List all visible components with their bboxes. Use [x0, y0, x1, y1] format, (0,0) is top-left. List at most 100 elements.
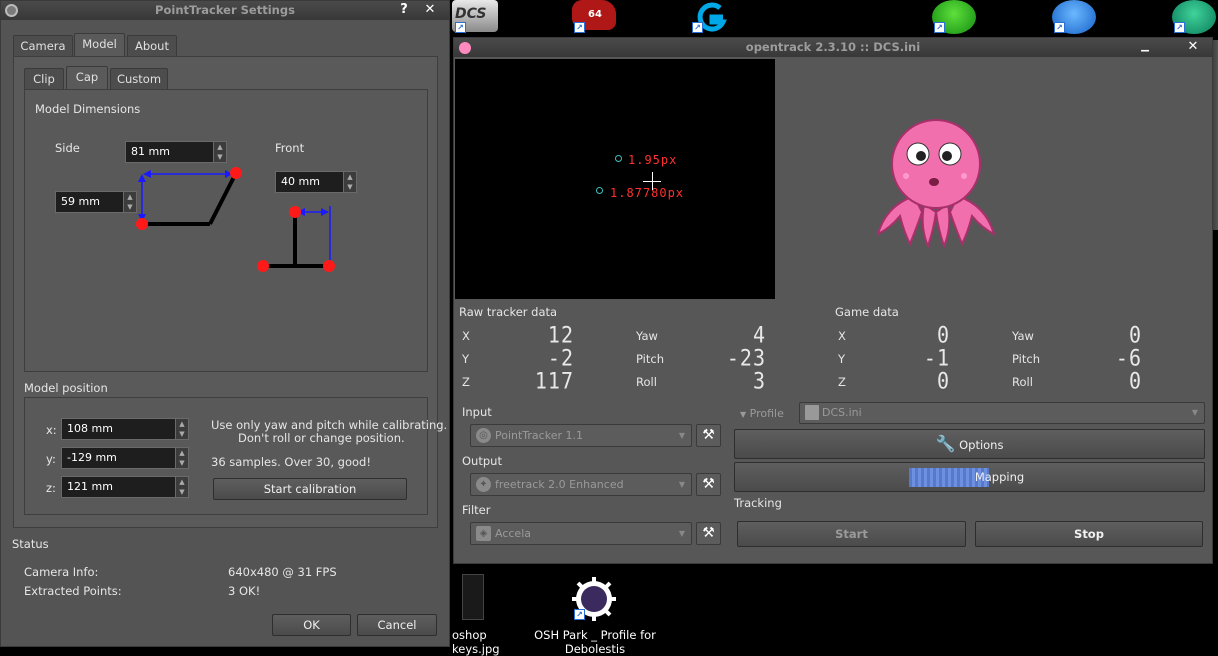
profile-label: Profile: [749, 407, 784, 420]
game-roll-value: 0: [1128, 367, 1142, 395]
tab-camera[interactable]: Camera: [13, 35, 73, 57]
output-value: freetrack 2.0 Enhanced: [495, 478, 624, 491]
y-label: y:: [46, 452, 56, 466]
front-label: Front: [275, 141, 305, 155]
game-z-label: Z: [838, 375, 846, 389]
status-label: Status: [12, 537, 49, 551]
point-size-text: 1.87780px: [610, 186, 685, 200]
x-label: x:: [46, 423, 57, 437]
profile-combo[interactable]: DCS.ini ▼: [799, 402, 1205, 424]
start-calibration-button[interactable]: Start calibration: [213, 478, 407, 500]
tab-model[interactable]: Model: [74, 33, 125, 57]
file-icon: [805, 405, 819, 420]
model-position-label: Model position: [24, 381, 108, 395]
shortcut-arrow-icon: ↗: [1174, 22, 1185, 33]
input-combo[interactable]: ◎ PointTracker 1.1 ▼: [470, 424, 692, 447]
64-badge: 64: [588, 9, 602, 20]
extracted-points-label: Extracted Points:: [24, 584, 122, 598]
output-settings-button[interactable]: ⚒: [696, 473, 721, 496]
file-thumbnail-icon[interactable]: [462, 574, 484, 620]
close-button[interactable]: ✕: [1178, 38, 1208, 57]
mapping-button[interactable]: Mapping: [734, 462, 1205, 492]
chevron-down-icon: ▼: [678, 431, 685, 440]
pointtracker-settings-window: PointTracker Settings ? ✕ Camera Model A…: [0, 0, 450, 647]
input-settings-button[interactable]: ⚒: [696, 424, 721, 447]
samples-text: 36 samples. Over 30, good!: [211, 455, 371, 469]
camera-info-label: Camera Info:: [24, 565, 99, 579]
ok-button[interactable]: OK: [272, 614, 351, 636]
spin-arrows-icon[interactable]: ▲ ▼: [175, 419, 188, 439]
window-title: PointTracker Settings: [155, 3, 295, 17]
desktop-item-label[interactable]: oshop keys.jpg: [452, 628, 532, 656]
calibration-note-2: Don't roll or change position.: [238, 431, 405, 445]
filter-combo[interactable]: ◈ Accela ▼: [470, 522, 692, 545]
game-x-label: X: [838, 329, 846, 343]
shortcut-arrow-icon: ↗: [692, 22, 703, 33]
freetrack-icon: ✦: [476, 477, 491, 492]
x-position-spinbox[interactable]: 108 mm ▲ ▼: [61, 418, 189, 440]
octopus-mascot-icon: [876, 119, 996, 249]
shortcut-arrow-icon: ↗: [574, 22, 585, 33]
chevron-down-icon: ▼: [678, 529, 685, 538]
model-tab-panel: Clip Cap Custom Model Dimensions Side Fr…: [13, 56, 447, 528]
spin-arrows-icon[interactable]: ▲ ▼: [213, 142, 226, 162]
dcs-label: DCS: [455, 6, 487, 22]
camera-info-value: 640x480 @ 31 FPS: [228, 565, 337, 579]
title-bar[interactable]: opentrack 2.3.10 :: DCS.ini: [454, 38, 1212, 57]
filter-settings-button[interactable]: ⚒: [696, 522, 721, 545]
y-position-spinbox[interactable]: -129 mm ▲ ▼: [61, 447, 189, 469]
start-button[interactable]: Start: [737, 521, 966, 547]
stop-button[interactable]: Stop: [975, 521, 1203, 547]
shortcut-arrow-icon: ↗: [934, 22, 945, 33]
game-y-label: Y: [838, 352, 846, 366]
z-position-spinbox[interactable]: 121 mm ▲ ▼: [61, 476, 189, 498]
raw-pitch-label: Pitch: [636, 352, 664, 366]
hammer-icon: ⚒: [702, 525, 715, 541]
profile-value: DCS.ini: [822, 406, 862, 419]
cancel-button[interactable]: Cancel: [357, 614, 437, 636]
tools-icon: 🔧: [935, 434, 956, 453]
options-button[interactable]: 🔧 Options: [734, 429, 1205, 459]
tab-cap[interactable]: Cap: [66, 66, 108, 90]
tracked-point-marker: [615, 155, 622, 162]
tracked-point-marker: [596, 187, 603, 194]
side-model-diagram: [136, 167, 242, 230]
title-bar[interactable]: PointTracker Settings: [1, 1, 449, 20]
front-spinbox[interactable]: 40 mm ▲ ▼: [275, 171, 357, 193]
side-top-value: 81 mm: [131, 145, 170, 158]
raw-z-label: Z: [462, 375, 470, 389]
desktop-item-label[interactable]: OSH Park _ Profile for Debolestis: [534, 628, 656, 656]
output-combo[interactable]: ✦ freetrack 2.0 Enhanced ▼: [470, 473, 692, 496]
profile-menu-button[interactable]: ▼ Profile: [740, 404, 798, 425]
tab-about[interactable]: About: [127, 35, 177, 57]
spin-arrows-icon[interactable]: ▲ ▼: [175, 448, 188, 468]
tracking-label: Tracking: [734, 496, 782, 510]
close-button[interactable]: ✕: [415, 1, 445, 20]
raw-yaw-label: Yaw: [636, 329, 658, 343]
minimize-button[interactable]: ▁: [1130, 38, 1160, 57]
calibration-note-1: Use only yaw and pitch while calibrating…: [211, 418, 448, 432]
spin-arrows-icon[interactable]: ▲ ▼: [175, 477, 188, 497]
window-title: opentrack 2.3.10 :: DCS.ini: [745, 40, 921, 54]
options-label: Options: [959, 438, 1004, 452]
chevron-down-icon: ▼: [740, 410, 747, 419]
hammer-icon: ⚒: [702, 427, 715, 443]
point-size-text: 1.95px: [628, 153, 678, 167]
hammer-icon: ⚒: [702, 476, 715, 492]
front-value: 40 mm: [281, 175, 320, 188]
tab-clip[interactable]: Clip: [24, 68, 64, 90]
z-position-value: 121 mm: [67, 480, 113, 493]
app-icon: [5, 4, 18, 17]
x-position-value: 108 mm: [67, 422, 113, 435]
crosshair-icon: [652, 172, 653, 190]
raw-z-value: 117: [534, 367, 574, 395]
shortcut-arrow-icon: ↗: [1054, 22, 1065, 33]
raw-tracker-data-label: Raw tracker data: [459, 305, 558, 319]
tab-custom[interactable]: Custom: [110, 68, 168, 90]
raw-roll-value: 3: [752, 367, 766, 395]
spin-arrows-icon[interactable]: ▲ ▼: [343, 172, 356, 192]
shortcut-arrow-icon: ↗: [574, 609, 585, 620]
filter-label: Filter: [462, 503, 491, 517]
game-roll-label: Roll: [1012, 375, 1033, 389]
raw-y-label: Y: [462, 352, 470, 366]
